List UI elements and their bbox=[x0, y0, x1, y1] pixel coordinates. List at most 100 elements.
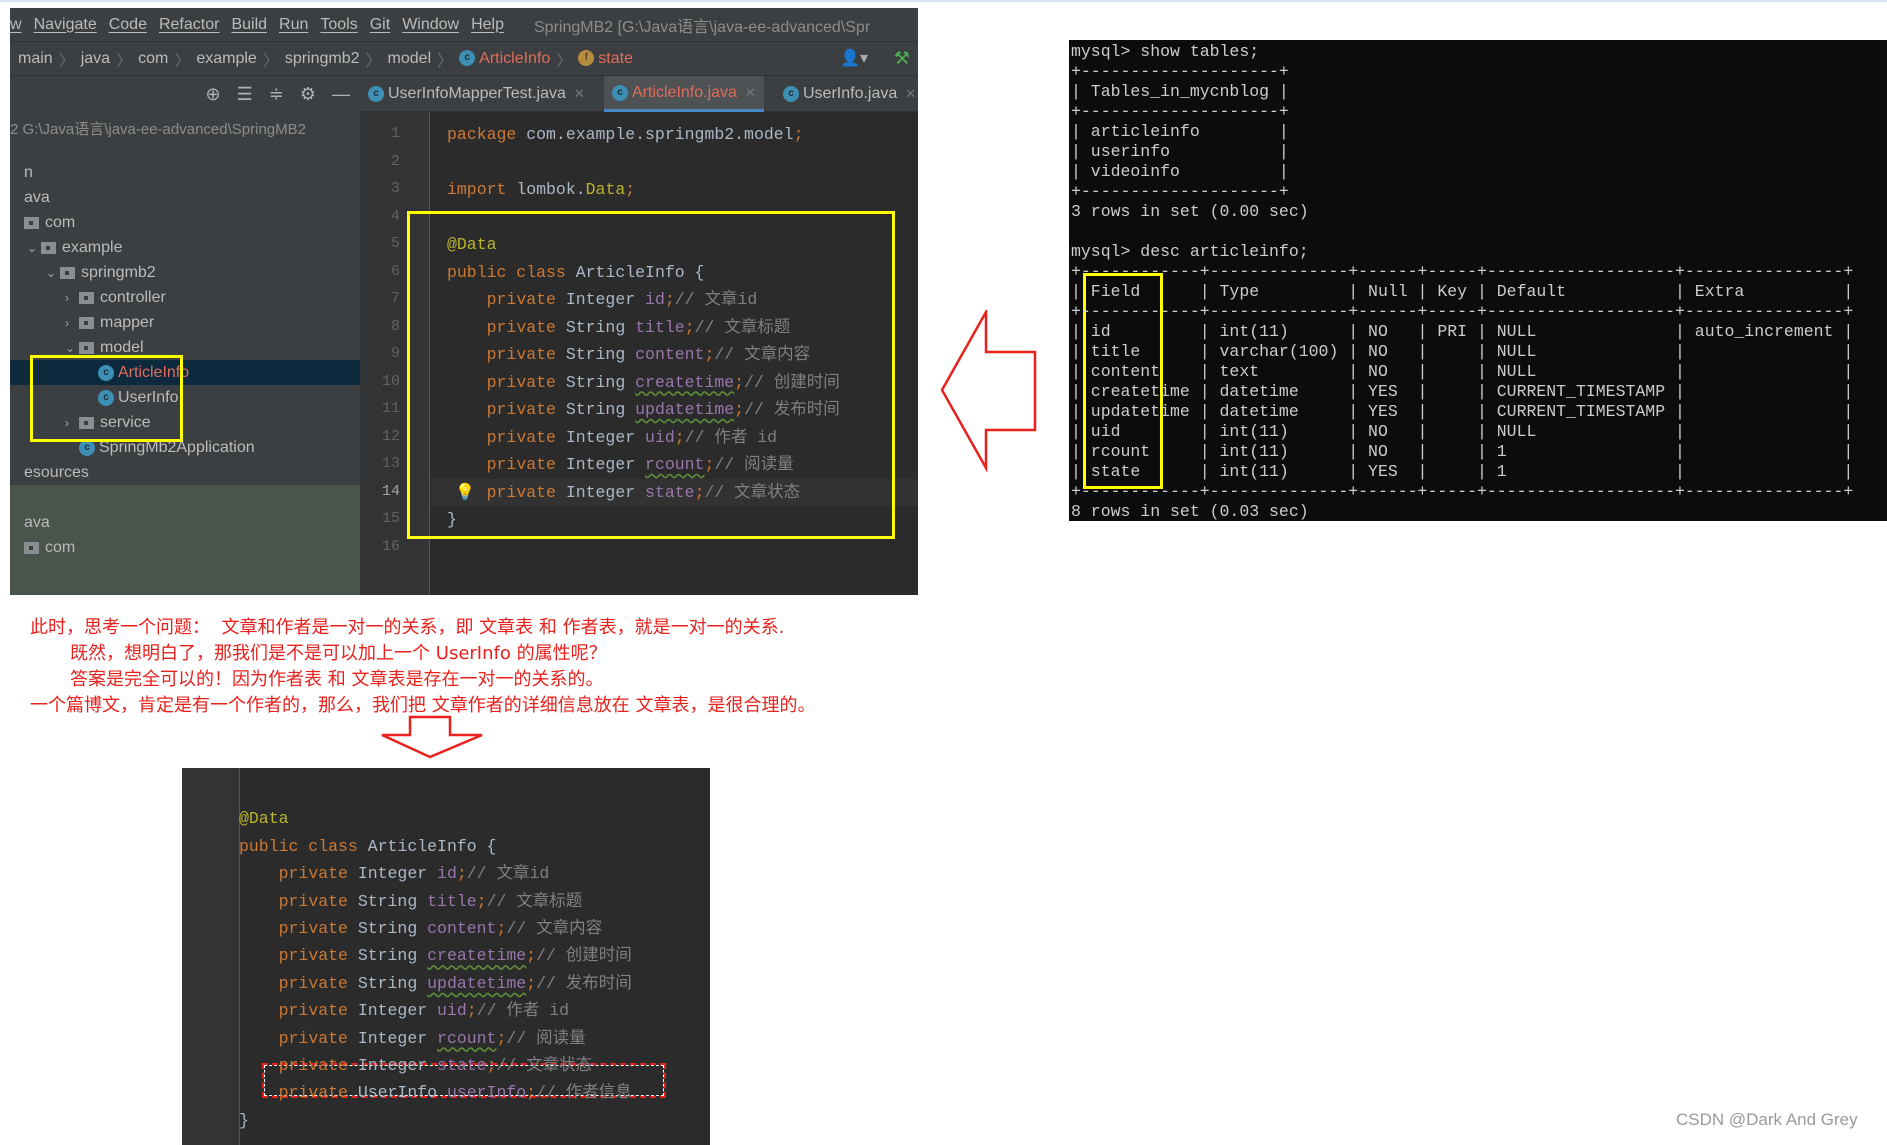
build-hammer-icon[interactable]: ⚒ bbox=[894, 48, 910, 69]
field-icon: f bbox=[578, 50, 595, 67]
tree-item[interactable]: › mapper bbox=[10, 310, 360, 335]
code-token: // 阅读量 bbox=[506, 1028, 586, 1048]
highlight-box-model bbox=[30, 355, 183, 442]
code-line: private Integer uid;// 作者 id bbox=[239, 997, 569, 1024]
tree-item-label: model bbox=[100, 338, 144, 356]
terminal-line: | userinfo | bbox=[1071, 142, 1289, 161]
menu-refactor[interactable]: Refactor bbox=[159, 16, 219, 34]
code-token: // 文章id bbox=[466, 864, 550, 884]
tree-item-label: ava bbox=[24, 513, 50, 531]
code-token: // 创建时间 bbox=[536, 946, 632, 966]
hide-icon[interactable]: — bbox=[332, 84, 350, 105]
breadcrumb-class[interactable]: c ArticleInfo bbox=[459, 50, 550, 68]
tree-item[interactable]: n bbox=[10, 160, 360, 185]
close-icon[interactable]: ✕ bbox=[574, 86, 585, 102]
code-token: } bbox=[239, 1110, 249, 1130]
tab-userinfomappertest-java[interactable]: c UserInfoMapperTest.java ✕ bbox=[360, 76, 593, 112]
code-token: ArticleInfo { bbox=[367, 836, 497, 856]
tree-item[interactable]: com bbox=[10, 535, 360, 560]
tree-item[interactable]: ⌄ example bbox=[10, 235, 360, 260]
chevron-down-icon[interactable]: ⌄ bbox=[46, 266, 60, 280]
collapse-all-icon[interactable]: ≑ bbox=[269, 84, 284, 105]
code-token: // 作者信息 bbox=[536, 1083, 632, 1103]
code-token: // 文章标题 bbox=[486, 891, 583, 911]
menu-navigate[interactable]: Navigate bbox=[34, 16, 97, 34]
close-icon[interactable]: ✕ bbox=[905, 86, 916, 102]
window-title: SpringMB2 [G:\Java语言\java-ee-advanced\Sp… bbox=[534, 18, 871, 36]
menu-tools[interactable]: Tools bbox=[320, 16, 357, 34]
tree-item[interactable]: › controller bbox=[10, 285, 360, 310]
tree-item[interactable] bbox=[10, 485, 360, 510]
menu-code[interactable]: Code bbox=[109, 16, 147, 34]
tree-item-label: springmb2 bbox=[81, 263, 156, 281]
terminal-line: | title | varchar(100) | NO | | NULL | | bbox=[1071, 342, 1854, 361]
breadcrumb-item[interactable]: com bbox=[138, 50, 168, 68]
line-number: 8 bbox=[390, 317, 400, 335]
menu-git[interactable]: Git bbox=[370, 16, 390, 34]
chevron-down-icon[interactable]: ⌄ bbox=[27, 241, 41, 255]
mysql-terminal[interactable]: mysql> show tables; +--------------------… bbox=[1069, 40, 1887, 521]
tree-item[interactable]: ava bbox=[10, 510, 360, 535]
breadcrumb-item[interactable]: java bbox=[81, 50, 110, 68]
tree-item-label: esources bbox=[24, 463, 89, 481]
terminal-line: | Field | Type | Null | Key | Default | … bbox=[1071, 282, 1854, 301]
code-token: id bbox=[437, 864, 457, 884]
tree-item-label: com bbox=[45, 213, 76, 231]
line-number: 14 bbox=[381, 482, 400, 500]
menu-w[interactable]: w bbox=[10, 16, 22, 34]
code-token: private bbox=[278, 891, 358, 911]
tab-label: ArticleInfo.java bbox=[632, 83, 737, 101]
annotation-line: 答案是完全可以的！因为作者表 和 文章表是存在一对一的关系的。 bbox=[30, 669, 604, 690]
class-icon: c bbox=[783, 86, 799, 102]
package-folder-icon bbox=[41, 241, 56, 254]
menu-window[interactable]: Window bbox=[402, 16, 459, 34]
terminal-line: | id | int(11) | NO | PRI | NULL | auto_… bbox=[1071, 322, 1854, 341]
tree-item[interactable]: com bbox=[10, 210, 360, 235]
chevron-right-icon[interactable]: › bbox=[65, 316, 79, 330]
breadcrumb-field-label: state bbox=[598, 49, 633, 67]
breadcrumb-item[interactable]: example bbox=[196, 50, 256, 68]
terminal-line: mysql> show tables; bbox=[1071, 42, 1260, 61]
line-number: 2 bbox=[390, 152, 400, 170]
breadcrumb-separator: 〉 bbox=[262, 52, 279, 70]
menu-build[interactable]: Build bbox=[231, 16, 267, 34]
package-folder-icon bbox=[24, 541, 39, 554]
tree-item[interactable]: ⌄ springmb2 bbox=[10, 260, 360, 285]
terminal-line: 8 rows in set (0.03 sec) bbox=[1071, 502, 1309, 521]
breadcrumb-item[interactable]: main bbox=[18, 50, 53, 68]
gear-icon[interactable]: ⚙ bbox=[300, 84, 316, 105]
code-token: private bbox=[278, 864, 358, 884]
top-border bbox=[0, 0, 1887, 2]
locate-icon[interactable]: ⊕ bbox=[206, 84, 221, 105]
code-token: // 文章内容 bbox=[506, 919, 603, 938]
tab-userinfo-java[interactable]: c UserInfo.java ✕ bbox=[775, 76, 918, 112]
code-line: private Integer rcount;// 阅读量 bbox=[239, 1025, 586, 1052]
line-number: 12 bbox=[381, 427, 400, 445]
breadcrumb-item[interactable]: model bbox=[388, 50, 432, 68]
breadcrumb-item[interactable]: springmb2 bbox=[285, 50, 360, 68]
menu-run[interactable]: Run bbox=[279, 16, 308, 34]
breadcrumb-field[interactable]: f state bbox=[578, 50, 633, 68]
code-token: import bbox=[447, 180, 507, 199]
package-folder-icon bbox=[79, 316, 94, 329]
code-line: private Integer state;// 文章状态 bbox=[239, 1052, 593, 1079]
annotation-line: 此时，思考一个问题： 文章和作者是一对一的关系，即 文章表 和 作者表，就是一对… bbox=[30, 617, 785, 638]
tree-item[interactable]: esources bbox=[10, 460, 360, 485]
close-icon[interactable]: ✕ bbox=[745, 85, 756, 101]
code-token: private bbox=[278, 919, 358, 938]
expand-all-icon[interactable]: ☰ bbox=[237, 84, 253, 105]
tab-articleinfo-java[interactable]: c ArticleInfo.java ✕ bbox=[604, 76, 764, 112]
watermark: CSDN @Dark And Grey bbox=[1676, 1110, 1858, 1129]
user-icon[interactable]: 👤▾ bbox=[840, 48, 868, 68]
tree-item-label: n bbox=[24, 163, 33, 181]
line-number: 11 bbox=[381, 400, 400, 417]
code-token: Data bbox=[585, 180, 626, 199]
terminal-line: +--------------------+ bbox=[1071, 182, 1289, 201]
chevron-right-icon[interactable]: › bbox=[65, 291, 79, 305]
menu-help[interactable]: Help bbox=[471, 16, 504, 34]
chevron-down-icon[interactable]: ⌄ bbox=[65, 341, 79, 355]
tree-item[interactable]: ava bbox=[10, 185, 360, 210]
